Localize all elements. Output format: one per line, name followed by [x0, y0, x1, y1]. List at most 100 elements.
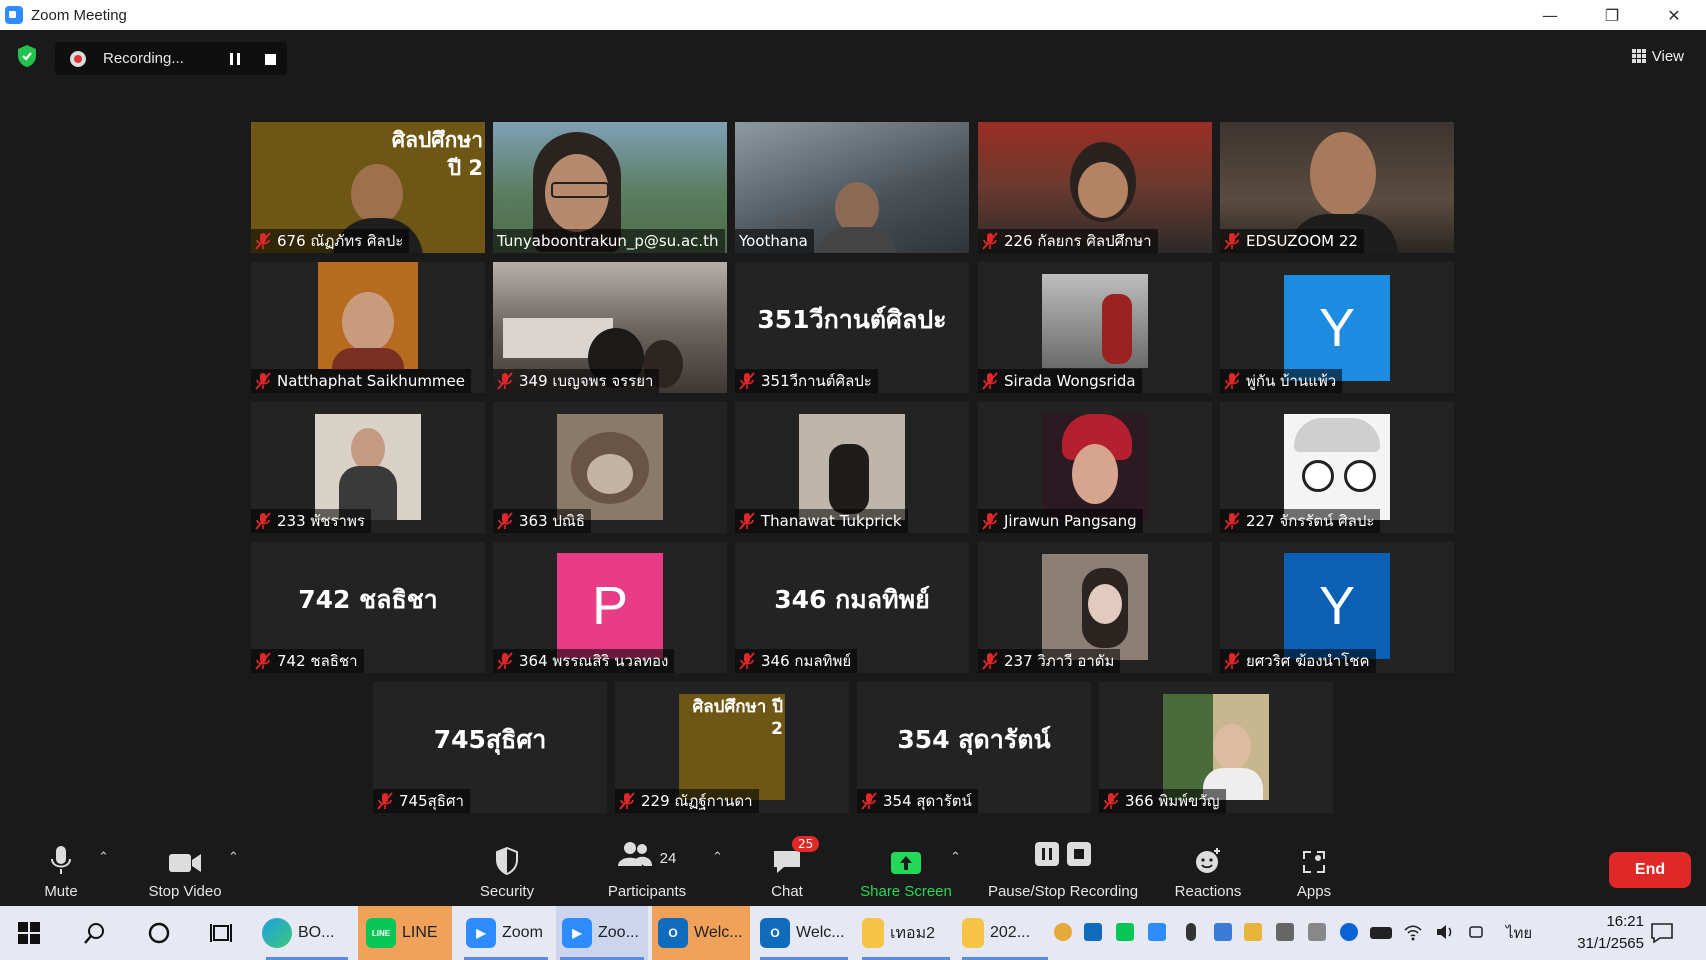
participant-tile[interactable]: 354 สุดารัตน์ 354 สุดารัตน์	[857, 682, 1091, 813]
taskbar-app-label: เทอม2	[890, 924, 936, 942]
tray-monitor-icon[interactable]	[1276, 923, 1294, 941]
participant-tile[interactable]: 237 วิภาวี อาดัม	[978, 542, 1212, 673]
tray-app-icon[interactable]	[1054, 923, 1072, 941]
participant-name: Jirawun Pangsang	[1004, 512, 1137, 530]
participant-tile[interactable]: 346 กมลทิพย์ 346 กมลทิพย์	[735, 542, 969, 673]
participant-tile[interactable]: Jirawun Pangsang	[978, 402, 1212, 533]
taskbar-app-label: Welc...	[796, 924, 845, 941]
bluetooth-icon[interactable]	[1340, 923, 1358, 941]
participant-name-label: 363 ปณิธิ	[493, 509, 591, 533]
apps-button[interactable]: Apps	[1290, 832, 1338, 906]
volume-icon[interactable]	[1436, 923, 1454, 941]
participant-name-label: Tunyaboontrakun_p@su.ac.th	[493, 229, 725, 253]
participant-tile[interactable]: Y พู่กัน บ้านแพ้ว	[1220, 262, 1454, 393]
tray-zoom-icon[interactable]	[1148, 923, 1166, 941]
end-meeting-button[interactable]: End	[1609, 852, 1691, 888]
participant-tile[interactable]: 742 ชลธิชา 742 ชลธิชา	[251, 542, 485, 673]
participant-tile[interactable]: 227 จักรรัตน์ ศิลปะ	[1220, 402, 1454, 533]
participant-tile[interactable]: Thanawat Tukprick	[735, 402, 969, 533]
tray-microphone-icon[interactable]	[1186, 923, 1196, 941]
participant-tile[interactable]: Yoothana	[735, 122, 969, 253]
recording-dot-icon	[70, 50, 86, 67]
participant-tile[interactable]: Natthaphat Saikhummee	[251, 262, 485, 393]
taskbar-app-line[interactable]: LINE LINE	[358, 906, 452, 960]
wifi-icon[interactable]	[1404, 923, 1422, 941]
taskbar-app-label: Zoo...	[598, 924, 639, 941]
participant-tile-active-speaker[interactable]: Tunyaboontrakun_p@su.ac.th	[493, 122, 727, 253]
participant-tile[interactable]: P 364 พรรณสิริ นวลทอง	[493, 542, 727, 673]
tray-line-icon[interactable]	[1116, 923, 1134, 941]
task-view-button[interactable]	[210, 906, 234, 960]
participant-tile[interactable]: 349 เบญจพร จรรยา	[493, 262, 727, 393]
tray-display-icon[interactable]	[1214, 923, 1232, 941]
participants-options-caret-icon[interactable]: ⌃	[712, 850, 723, 865]
start-button[interactable]	[18, 906, 40, 960]
participant-tile[interactable]: 233 พัชราพร	[251, 402, 485, 533]
participant-tile[interactable]: Sirada Wongsrida	[978, 262, 1212, 393]
video-options-caret-icon[interactable]: ⌃	[228, 850, 239, 865]
participant-name-label: 346 กมลทิพย์	[735, 649, 858, 673]
pause-stop-recording-button[interactable]: Pause/Stop Recording	[980, 832, 1146, 906]
encryption-shield-icon[interactable]	[16, 44, 38, 68]
taskbar-app-edge[interactable]: BO...	[262, 906, 352, 960]
profile-picture: ศิลปศึกษา ปี 2	[679, 694, 785, 800]
participant-tile[interactable]: 366 พิมพ์ขวัญ	[1099, 682, 1333, 813]
security-button[interactable]: Security	[470, 832, 544, 906]
windows-logo-icon	[18, 922, 40, 944]
edge-browser-icon	[262, 918, 292, 948]
reactions-button[interactable]: Reactions	[1168, 832, 1248, 906]
input-language-indicator[interactable]: ไทย	[1506, 906, 1532, 960]
participant-name: EDSUZOOM 22	[1246, 232, 1358, 250]
participant-tile[interactable]: ศิลปศึกษา ปี 2 229 ณัฏฐ์กานดา	[615, 682, 849, 813]
muted-mic-icon	[1103, 792, 1119, 810]
taskbar-clock[interactable]: 16:21 31/1/2565	[1577, 911, 1644, 955]
participant-name: พู่กัน บ้านแพ้ว	[1246, 372, 1337, 390]
pause-recording-button[interactable]	[223, 48, 247, 70]
taskbar-app-outlook-1[interactable]: O Welc...	[652, 906, 750, 960]
tray-lock-icon[interactable]	[1244, 923, 1262, 941]
cortana-button[interactable]	[148, 906, 170, 960]
zoom-app-icon	[5, 6, 23, 24]
participant-display-name: 351วีกานต์ศิลปะ	[757, 305, 947, 334]
minimize-button[interactable]: —	[1522, 0, 1578, 30]
avatar: Y	[1284, 553, 1390, 659]
taskbar-search-button[interactable]	[84, 906, 106, 960]
participant-name-label: 227 จักรรัตน์ ศิลปะ	[1220, 509, 1381, 533]
participant-tile[interactable]: 363 ปณิธิ	[493, 402, 727, 533]
stop-recording-button[interactable]	[258, 48, 282, 70]
close-button[interactable]: ✕	[1646, 0, 1702, 30]
view-button[interactable]: View	[1622, 40, 1694, 72]
participant-tile[interactable]: 745สุธิศา 745สุธิศา	[373, 682, 607, 813]
grid-view-icon	[1631, 49, 1646, 63]
taskbar-app-zoom[interactable]: ▶ Zoom	[460, 906, 552, 960]
participants-count: 24	[659, 849, 677, 867]
recording-status-text: Recording...	[103, 50, 184, 67]
participants-button[interactable]: 24 Participants	[600, 832, 694, 906]
taskbar-app-label: Welc...	[694, 924, 743, 941]
battery-icon[interactable]	[1370, 927, 1392, 939]
tray-outlook-icon[interactable]	[1084, 923, 1102, 941]
restore-button[interactable]: ❐	[1584, 0, 1640, 30]
participant-name-label: 351วีกานต์ศิลปะ	[735, 369, 878, 393]
stop-video-button[interactable]: Stop Video	[138, 832, 232, 906]
participant-tile[interactable]: ศิลปศึกษา ปี 2 676 ณัฏภัทร ศิลปะ	[251, 122, 485, 253]
taskbar-app-folder-2[interactable]: 202...	[958, 906, 1052, 960]
share-options-caret-icon[interactable]: ⌃	[950, 850, 961, 865]
taskbar-app-zoom-meeting[interactable]: ▶ Zoo...	[556, 906, 648, 960]
participants-label: Participants	[607, 883, 687, 900]
taskbar-app-folder-1[interactable]: เทอม2	[858, 906, 954, 960]
tray-printer-icon[interactable]	[1308, 923, 1326, 941]
participant-tile[interactable]: EDSUZOOM 22	[1220, 122, 1454, 253]
profile-picture	[1042, 554, 1148, 660]
audio-options-caret-icon[interactable]: ⌃	[98, 850, 109, 865]
participant-tile[interactable]: Y ยศวริศ ฆ้องนำโชค	[1220, 542, 1454, 673]
taskbar-app-label: 202...	[990, 924, 1031, 941]
mute-button[interactable]: Mute	[30, 832, 92, 906]
taskbar-app-outlook-2[interactable]: O Welc...	[756, 906, 852, 960]
notifications-icon[interactable]	[1650, 922, 1674, 944]
share-screen-button[interactable]: Share Screen	[856, 832, 956, 906]
participant-tile[interactable]: 351วีกานต์ศิลปะ 351วีกานต์ศิลปะ	[735, 262, 969, 393]
muted-mic-icon	[982, 652, 998, 670]
participant-tile[interactable]: 226 กัลยกร ศิลปศึกษา	[978, 122, 1212, 253]
meet-now-icon[interactable]	[1468, 923, 1486, 941]
